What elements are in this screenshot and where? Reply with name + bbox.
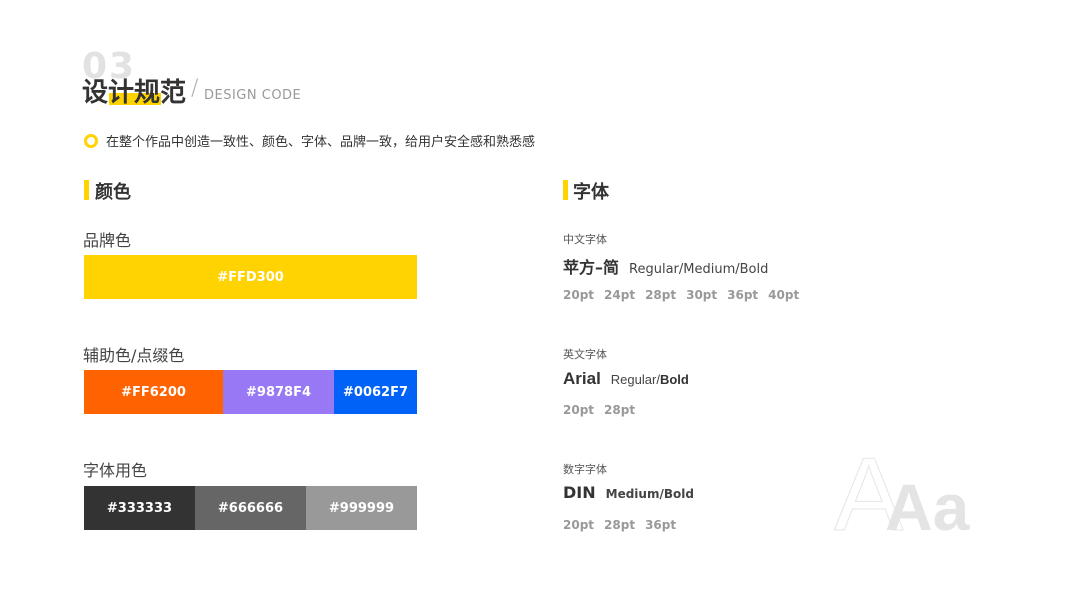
page-subtitle: DESIGN CODE	[204, 88, 302, 103]
design-code-slide: 03 设计规范 / DESIGN CODE 在整个作品中创造一致性、颜色、字体、…	[0, 0, 1067, 600]
number-font: DIN Medium/Bold	[563, 483, 694, 502]
fonts-heading: 字体	[573, 182, 609, 203]
section-marker	[84, 180, 89, 200]
swatch-orange: #FF6200	[84, 370, 223, 414]
chinese-font: 苹方–简 Regular/Medium/Bold	[563, 254, 768, 278]
swatch-purple: #9878F4	[223, 370, 334, 414]
text-color-label: 字体用色	[83, 461, 148, 480]
aa-decoration-icon: A Aa	[834, 440, 971, 540]
size: 20pt	[563, 288, 595, 302]
bullet-icon	[84, 134, 98, 148]
font-name: 苹方–简	[563, 258, 620, 277]
chinese-font-label: 中文字体	[563, 233, 607, 246]
brand-swatches: #FFD300	[84, 255, 417, 299]
page-title: 设计规范	[82, 78, 187, 108]
size: 28pt	[604, 403, 636, 417]
size: 40pt	[768, 288, 800, 302]
text-swatches: #333333 #666666 #999999	[84, 486, 417, 530]
number-font-label: 数字字体	[563, 463, 607, 476]
title-separator: /	[191, 76, 199, 101]
size: 28pt	[604, 518, 636, 532]
swatch-blue: #0062F7	[334, 370, 417, 414]
size: 20pt	[563, 518, 595, 532]
font-styles: Medium/Bold	[605, 487, 694, 501]
section-marker	[563, 180, 568, 200]
number-font-sizes: 20pt 28pt 36pt	[563, 514, 686, 533]
font-name: Arial	[563, 369, 601, 388]
size: 30pt	[686, 288, 718, 302]
chinese-font-sizes: 20pt 24pt 28pt 30pt 36pt 40pt	[563, 284, 809, 303]
svg-text:Aa: Aa	[885, 470, 970, 540]
accent-color-label: 辅助色/点缀色	[83, 346, 185, 365]
english-font-sizes: 20pt 28pt	[563, 399, 645, 418]
size: 24pt	[604, 288, 636, 302]
brand-color-label: 品牌色	[83, 231, 132, 250]
font-styles: Regular/Medium/Bold	[629, 262, 769, 277]
accent-swatches: #FF6200 #9878F4 #0062F7	[84, 370, 417, 414]
font-style-bold: Bold	[659, 372, 689, 387]
colors-heading: 颜色	[95, 182, 131, 203]
size: 20pt	[563, 403, 595, 417]
size: 36pt	[727, 288, 759, 302]
english-font: Arial Regular/Bold	[563, 369, 689, 389]
swatch-333: #333333	[84, 486, 195, 530]
font-name: DIN	[563, 483, 596, 502]
english-font-label: 英文字体	[563, 348, 607, 361]
size: 28pt	[645, 288, 677, 302]
font-style-regular: Regular/	[610, 372, 660, 387]
swatch-666: #666666	[195, 486, 306, 530]
size: 36pt	[645, 518, 677, 532]
swatch-999: #999999	[306, 486, 417, 530]
swatch-brand: #FFD300	[84, 255, 417, 299]
intro-text: 在整个作品中创造一致性、颜色、字体、品牌一致，给用户安全感和熟悉感	[106, 135, 536, 150]
